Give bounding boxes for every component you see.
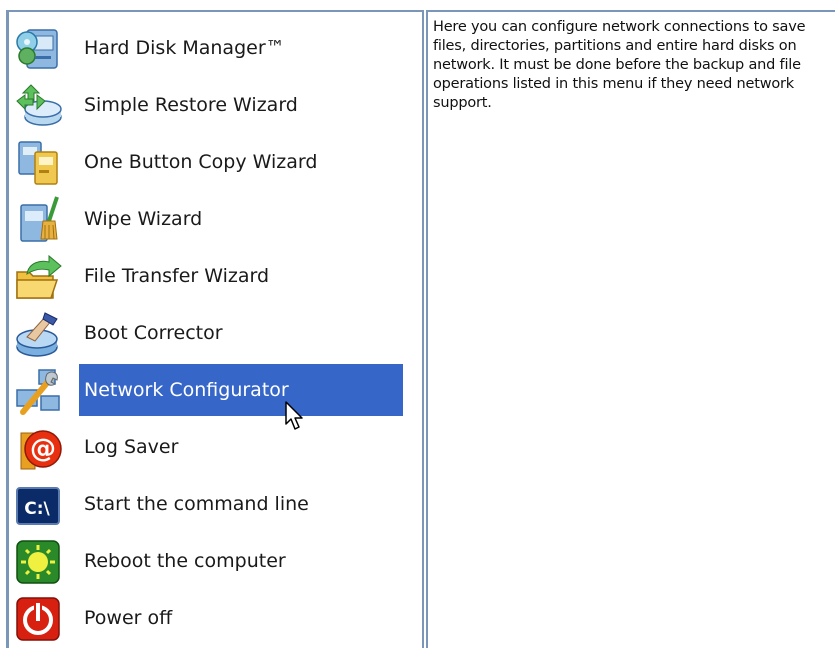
menu-item-label: Power off: [84, 607, 173, 629]
hard-disk-manager-icon: [13, 24, 63, 74]
boot-corrector-icon: [13, 309, 63, 359]
description-text: Here you can configure network connectio…: [433, 19, 806, 111]
description-panel: Here you can configure network connectio…: [428, 12, 835, 648]
menu-item-label: Network Configurator: [79, 364, 403, 416]
copy-icon: [13, 138, 63, 188]
menu-item-label: Simple Restore Wizard: [84, 94, 298, 116]
menu-item-hard-disk-manager[interactable]: Hard Disk Manager™: [9, 22, 422, 74]
menu-item-label: One Button Copy Wizard: [84, 151, 318, 173]
menu-item-label: Wipe Wizard: [84, 208, 203, 230]
menu-item-log-saver[interactable]: @ Log Saver: [9, 421, 422, 473]
restore-icon: [13, 81, 63, 131]
menu-item-wipe-wizard[interactable]: Wipe Wizard: [9, 193, 422, 245]
wipe-icon: [13, 195, 63, 245]
menu-item-network-configurator[interactable]: Network Configurator: [9, 364, 422, 416]
menu-item-file-transfer-wizard[interactable]: File Transfer Wizard: [9, 250, 422, 302]
command-line-icon: C:\: [13, 480, 63, 530]
menu-item-power-off[interactable]: Power off: [9, 592, 422, 644]
reboot-icon: [13, 537, 63, 587]
menu-item-label: Reboot the computer: [84, 550, 286, 572]
menu-item-label: Start the command line: [84, 493, 309, 515]
menu-item-command-line[interactable]: C:\ Start the command line: [9, 478, 422, 530]
menu-item-reboot[interactable]: Reboot the computer: [9, 535, 422, 587]
svg-text:@: @: [30, 434, 56, 464]
mouse-cursor-icon: [284, 400, 306, 432]
power-off-icon: [13, 594, 63, 644]
file-transfer-icon: [13, 252, 63, 302]
menu-item-boot-corrector[interactable]: Boot Corrector: [9, 307, 422, 359]
menu-item-label: Hard Disk Manager™: [84, 37, 285, 59]
menu-item-one-button-copy-wizard[interactable]: One Button Copy Wizard: [9, 136, 422, 188]
log-saver-icon: @: [13, 423, 63, 473]
svg-text:C:\: C:\: [24, 499, 50, 519]
menu-item-label: Log Saver: [84, 436, 179, 458]
menu-item-label: File Transfer Wizard: [84, 265, 270, 287]
menu-item-simple-restore-wizard[interactable]: Simple Restore Wizard: [9, 79, 422, 131]
menu-panel: Hard Disk Manager™ Simple Restore Wizard: [9, 12, 422, 648]
menu-item-label: Boot Corrector: [84, 322, 223, 344]
network-configurator-icon: [13, 366, 63, 416]
